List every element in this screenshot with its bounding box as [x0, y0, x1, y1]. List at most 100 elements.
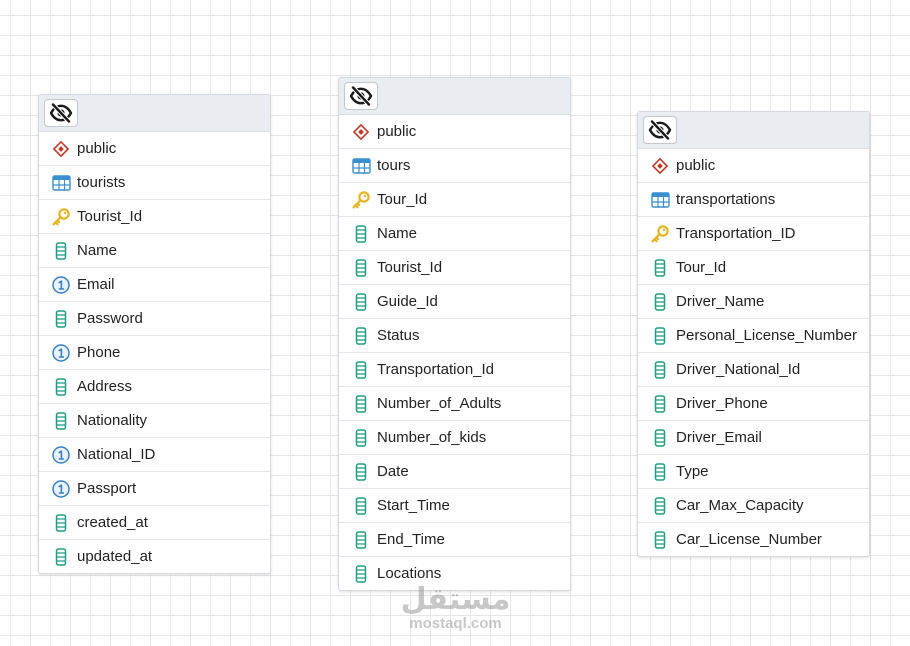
row-label: Locations [377, 564, 442, 582]
column-row[interactable]: Driver_Name [638, 285, 869, 319]
column-icon [650, 326, 670, 346]
column-icon [351, 530, 371, 550]
row-label: Driver_Email [676, 428, 762, 446]
column-row[interactable]: Name [339, 217, 570, 251]
row-label: Tour_Id [377, 190, 428, 208]
primary-key-icon [351, 190, 371, 210]
column-row[interactable]: Driver_Email [638, 421, 869, 455]
column-row[interactable]: Transportation_Id [339, 353, 570, 387]
row-label: Address [77, 377, 133, 395]
column-row[interactable]: Status [339, 319, 570, 353]
column-row[interactable]: Number_of_kids [339, 421, 570, 455]
column-row[interactable]: Car_Max_Capacity [638, 489, 869, 523]
column-icon [51, 377, 71, 397]
row-label: public [377, 122, 417, 140]
column-row[interactable]: Date [339, 455, 570, 489]
column-row[interactable]: Password [39, 302, 270, 336]
row-label: Number_of_Adults [377, 394, 502, 412]
row-label: Number_of_kids [377, 428, 487, 446]
table-node-tourists[interactable]: public tourists Tourist_Id Name Email Passwor… [38, 94, 271, 574]
row-label: Status [377, 326, 420, 344]
column-row[interactable]: Tour_Id [638, 251, 869, 285]
column-icon [351, 394, 371, 414]
table-icon [650, 190, 670, 210]
eye-slash-icon [349, 86, 373, 106]
column-icon [650, 496, 670, 516]
column-row[interactable]: updated_at [39, 540, 270, 573]
column-row[interactable]: Tourist_Id [339, 251, 570, 285]
table-header [39, 95, 270, 132]
row-label: Password [77, 309, 143, 327]
row-label: Date [377, 462, 409, 480]
column-icon [351, 360, 371, 380]
row-label: Passport [77, 479, 137, 497]
column-icon [650, 258, 670, 278]
column-icon [650, 292, 670, 312]
column-row[interactable]: National_ID [39, 438, 270, 472]
column-row[interactable]: Driver_Phone [638, 387, 869, 421]
column-row[interactable]: Guide_Id [339, 285, 570, 319]
column-icon [650, 462, 670, 482]
column-icon [351, 224, 371, 244]
watermark-arabic: مستقل [400, 582, 511, 617]
row-label: Driver_Name [676, 292, 765, 310]
column-row[interactable]: Phone [39, 336, 270, 370]
hide-columns-button[interactable] [643, 116, 677, 144]
column-row[interactable]: Name [39, 234, 270, 268]
row-label: Phone [77, 343, 121, 361]
column-icon [650, 428, 670, 448]
table-node-tours[interactable]: public tours Tour_Id Name Tourist_Id Guide_Id… [338, 77, 571, 591]
row-label: Type [676, 462, 709, 480]
table-icon [351, 156, 371, 176]
schema-row[interactable]: public [638, 149, 869, 183]
unique-column-icon [51, 479, 71, 499]
row-label: Personal_License_Number [676, 326, 857, 344]
table-header [339, 78, 570, 115]
column-row[interactable]: Nationality [39, 404, 270, 438]
row-label: transportations [676, 190, 776, 208]
row-label: Tourist_Id [377, 258, 443, 276]
hide-columns-button[interactable] [344, 82, 378, 110]
row-label: Driver_National_Id [676, 360, 801, 378]
row-label: public [676, 156, 716, 174]
column-row[interactable]: created_at [39, 506, 270, 540]
schema-row[interactable]: public [39, 132, 270, 166]
row-label: Start_Time [377, 496, 450, 514]
column-icon [351, 462, 371, 482]
column-row[interactable]: Address [39, 370, 270, 404]
row-label: Tourist_Id [77, 207, 143, 225]
column-row[interactable]: Car_License_Number [638, 523, 869, 556]
table-name-row[interactable]: transportations [638, 183, 869, 217]
table-name-row[interactable]: tourists [39, 166, 270, 200]
table-node-transportations[interactable]: public transportations Transportation_ID To… [637, 111, 870, 557]
row-label: Tour_Id [676, 258, 727, 276]
column-icon [351, 564, 371, 584]
row-label: Nationality [77, 411, 148, 429]
column-row[interactable]: Tourist_Id [39, 200, 270, 234]
column-row[interactable]: Type [638, 455, 869, 489]
column-icon [51, 241, 71, 261]
watermark-latin: mostaql.com [409, 615, 502, 632]
column-icon [51, 547, 71, 567]
column-row[interactable]: Tour_Id [339, 183, 570, 217]
row-label: tours [377, 156, 411, 174]
schema-icon [650, 156, 670, 176]
column-row[interactable]: Driver_National_Id [638, 353, 869, 387]
column-row[interactable]: Personal_License_Number [638, 319, 869, 353]
column-row[interactable]: Start_Time [339, 489, 570, 523]
unique-column-icon [51, 275, 71, 295]
column-row[interactable]: Passport [39, 472, 270, 506]
column-row[interactable]: Number_of_Adults [339, 387, 570, 421]
column-row[interactable]: Transportation_ID [638, 217, 869, 251]
column-icon [51, 309, 71, 329]
row-label: Email [77, 275, 115, 293]
column-icon [51, 513, 71, 533]
column-row[interactable]: End_Time [339, 523, 570, 557]
row-label: tourists [77, 173, 126, 191]
row-label: Guide_Id [377, 292, 438, 310]
table-name-row[interactable]: tours [339, 149, 570, 183]
schema-row[interactable]: public [339, 115, 570, 149]
hide-columns-button[interactable] [44, 99, 78, 127]
column-icon [351, 496, 371, 516]
column-row[interactable]: Email [39, 268, 270, 302]
